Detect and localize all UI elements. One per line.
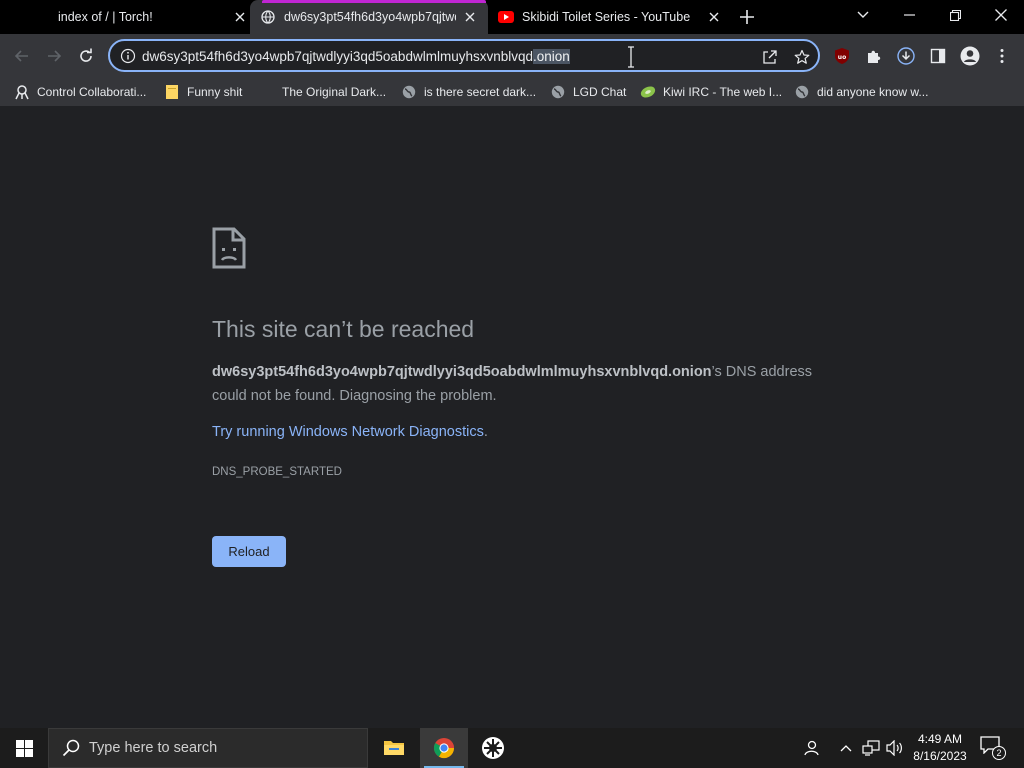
svg-text:uo: uo xyxy=(838,54,846,61)
start-button[interactable] xyxy=(0,728,48,768)
bookmark-label: Kiwi IRC - The web I... xyxy=(663,85,783,99)
error-title: This site can’t be reached xyxy=(212,316,475,342)
network-diagnostics-link[interactable]: Try running Windows Network Diagnostics xyxy=(212,424,484,440)
site-info-icon[interactable] xyxy=(120,48,136,64)
tab-search-chevron-icon[interactable] xyxy=(849,3,877,27)
file-explorer-icon xyxy=(384,741,404,755)
file-explorer-button[interactable] xyxy=(370,728,418,768)
close-window-button[interactable] xyxy=(987,3,1015,27)
error-host: dw6sy3pt54fh6d3yo4wpb7qjtwdlyyi3qd5oabdw… xyxy=(212,364,712,380)
close-tab-icon[interactable] xyxy=(462,9,478,25)
bookmark-star-icon[interactable] xyxy=(792,47,812,67)
globe-icon xyxy=(794,84,810,100)
url-selected-text: .onion xyxy=(533,49,570,64)
side-panel-icon[interactable] xyxy=(926,44,950,68)
folder-icon xyxy=(164,84,180,100)
error-page: This site can’t be reached dw6sy3pt54fh6… xyxy=(0,106,1024,728)
network-diagnostics-line: Try running Windows Network Diagnostics. xyxy=(212,424,488,440)
taskbar-clock[interactable]: 4:49 AM 8/16/2023 xyxy=(908,731,972,765)
chrome-taskbar-button[interactable] xyxy=(420,728,468,768)
notification-center-button[interactable]: 2 xyxy=(980,736,1006,760)
url-main: dw6sy3pt54fh6d3yo4wpb7qjtwdlyyi3qd5oabdw… xyxy=(142,49,533,64)
tab-title: Skibidi Toilet Series - YouTube xyxy=(522,10,691,24)
sad-page-icon xyxy=(212,227,246,269)
profile-avatar-icon[interactable] xyxy=(958,44,982,68)
bookmark-label: The Original Dark... xyxy=(282,85,387,99)
volume-icon[interactable] xyxy=(885,738,905,758)
error-code: DNS_PROBE_STARTED xyxy=(212,466,342,478)
tab-title: dw6sy3pt54fh6d3yo4wpb7qjtwd xyxy=(284,10,456,24)
bookmark-label: did anyone know w... xyxy=(817,85,929,99)
tab-onion-active[interactable]: dw6sy3pt54fh6d3yo4wpb7qjtwd xyxy=(250,0,488,34)
reload-button[interactable]: Reload xyxy=(212,536,286,567)
close-tab-icon[interactable] xyxy=(706,9,722,25)
blank-favicon-icon xyxy=(259,84,275,100)
downloads-icon[interactable] xyxy=(894,44,918,68)
bookmark-label: LGD Chat xyxy=(573,85,627,99)
bookmark-control-collaboration[interactable]: Control Collaborati... xyxy=(14,82,146,102)
bookmark-label: Funny shit xyxy=(187,85,243,99)
extensions-puzzle-icon[interactable] xyxy=(862,44,886,68)
address-bar[interactable]: dw6sy3pt54fh6d3yo4wpb7qjtwdlyyi3qd5oabdw… xyxy=(108,39,820,72)
bookmark-did-anyone-know[interactable]: did anyone know w... xyxy=(794,82,928,102)
network-hub-icon xyxy=(482,737,504,759)
ublock-extension-icon[interactable]: uo xyxy=(830,44,854,68)
search-icon xyxy=(61,738,81,758)
bookmark-lgd-chat[interactable]: LGD Chat xyxy=(550,82,626,102)
blank-favicon-icon xyxy=(34,9,50,25)
restore-button[interactable] xyxy=(941,3,969,27)
chevron-up-icon[interactable] xyxy=(836,738,856,758)
windows-taskbar: Type here to search 4:49 AM 8/16/2023 2 xyxy=(0,728,1024,768)
kiwi-icon xyxy=(640,84,656,100)
url-text[interactable]: dw6sy3pt54fh6d3yo4wpb7qjtwdlyyi3qd5oabdw… xyxy=(142,48,570,66)
globe-icon xyxy=(401,84,417,100)
windows-logo-icon xyxy=(15,739,33,757)
bookmark-label: is there secret dark... xyxy=(424,85,537,99)
notification-count-badge: 2 xyxy=(992,746,1006,760)
taskbar-search-box[interactable]: Type here to search xyxy=(48,728,368,768)
new-tab-button[interactable] xyxy=(737,7,757,27)
chrome-icon xyxy=(433,738,455,759)
reload-icon[interactable] xyxy=(74,44,98,68)
bookmarks-bar: Control Collaborati... Funny shit The Or… xyxy=(0,78,1024,106)
clock-time: 4:49 AM xyxy=(917,732,963,746)
search-placeholder: Type here to search xyxy=(89,740,218,756)
bookmark-kiwi-irc[interactable]: Kiwi IRC - The web I... xyxy=(640,82,782,102)
network-status-icon[interactable] xyxy=(861,738,881,758)
bookmark-funny-shit[interactable]: Funny shit xyxy=(164,82,242,102)
minimize-button[interactable] xyxy=(895,3,923,27)
bookmark-secret-dark[interactable]: is there secret dark... xyxy=(401,82,536,102)
browser-toolbar: dw6sy3pt54fh6d3yo4wpb7qjtwdlyyi3qd5oabdw… xyxy=(0,34,1024,78)
globe-icon xyxy=(260,9,276,25)
youtube-icon xyxy=(498,9,514,25)
collab-icon xyxy=(14,84,30,100)
link-period: . xyxy=(483,424,488,440)
tab-youtube[interactable]: Skibidi Toilet Series - YouTube xyxy=(498,0,722,34)
text-cursor-icon xyxy=(626,46,636,68)
tab-group-accent xyxy=(262,0,486,3)
tab-title: index of / | Torch! xyxy=(58,10,153,24)
share-icon[interactable] xyxy=(760,47,780,67)
tab-strip: index of / | Torch! dw6sy3pt54fh6d3yo4wp… xyxy=(0,0,1024,34)
bookmark-original-dark[interactable]: The Original Dark... xyxy=(259,82,386,102)
people-icon[interactable] xyxy=(801,738,821,758)
bookmark-label: Control Collaborati... xyxy=(37,85,147,99)
clock-date: 8/16/2023 xyxy=(913,749,967,763)
forward-button[interactable] xyxy=(42,44,66,68)
menu-kebab-icon[interactable] xyxy=(990,44,1014,68)
close-tab-icon[interactable] xyxy=(232,9,248,25)
network-app-button[interactable] xyxy=(469,728,517,768)
back-button[interactable] xyxy=(10,44,34,68)
error-description: dw6sy3pt54fh6d3yo4wpb7qjtwdlyyi3qd5oabdw… xyxy=(212,360,812,408)
globe-icon xyxy=(550,84,566,100)
tab-torch[interactable]: index of / | Torch! xyxy=(34,0,248,34)
